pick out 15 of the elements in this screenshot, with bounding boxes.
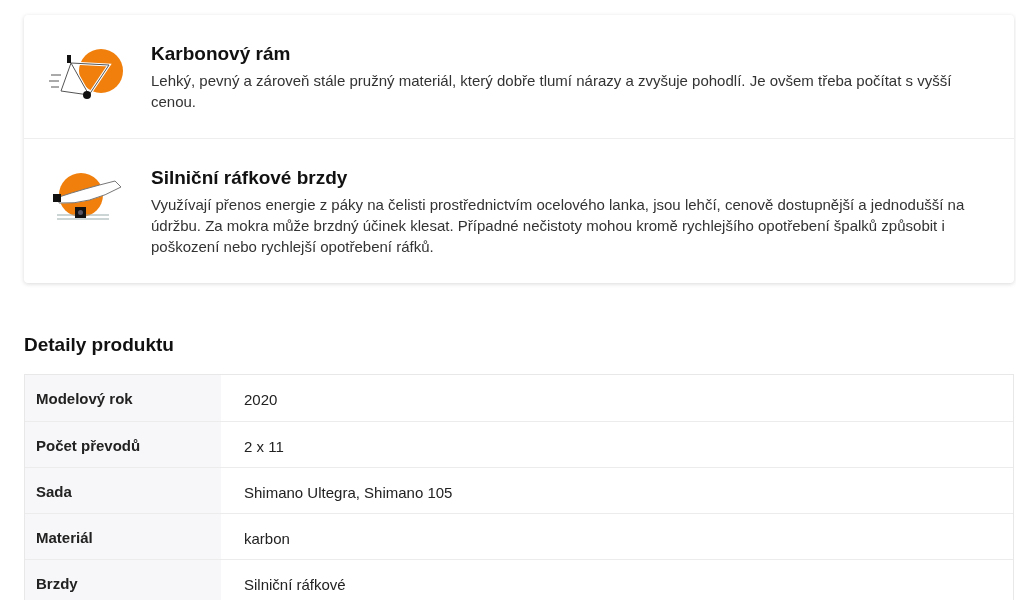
table-cell: Počet převodů: [25, 421, 221, 467]
feature-title: Silniční ráfkové brzdy: [151, 166, 349, 190]
table-cell-text: 2 x 11: [243, 436, 285, 457]
feature-description: Lehký, pevný a zároveň stále pružný materiál, který dobře tlumí nárazy a zvyšuje pohodlí. Je ovšem třeba počítat s vyšší cenou.: [151, 71, 953, 112]
feature-description: Využívají přenos energie z páky na čelisti prostřednictvím ocelového lanka, jsou lehčí, cenově dostupnější a jednodušší na údržbu. Za mokra může brzdný účinek klesat. Případné nečistoty mohou kromě rychlejšího opotřebení špalků způsobit i poškození nebo rychlejší opotřebení ráfků.: [151, 195, 966, 257]
table-cell: Sada: [25, 467, 221, 513]
table-cell: Brzdy: [25, 559, 221, 600]
table-cell-text: karbon: [243, 528, 291, 549]
table-cell-text: Silniční ráfkové: [243, 574, 347, 595]
table-cell: Materiál: [25, 513, 221, 559]
table-cell-text: 2020: [243, 389, 279, 410]
table-cell-text: Shimano Ultegra, Shimano 105: [243, 482, 454, 503]
feature-title: Karbonový rám: [151, 42, 292, 66]
section-heading: Detaily produktu: [24, 333, 175, 357]
table-cell: Modelový rok: [25, 374, 221, 421]
